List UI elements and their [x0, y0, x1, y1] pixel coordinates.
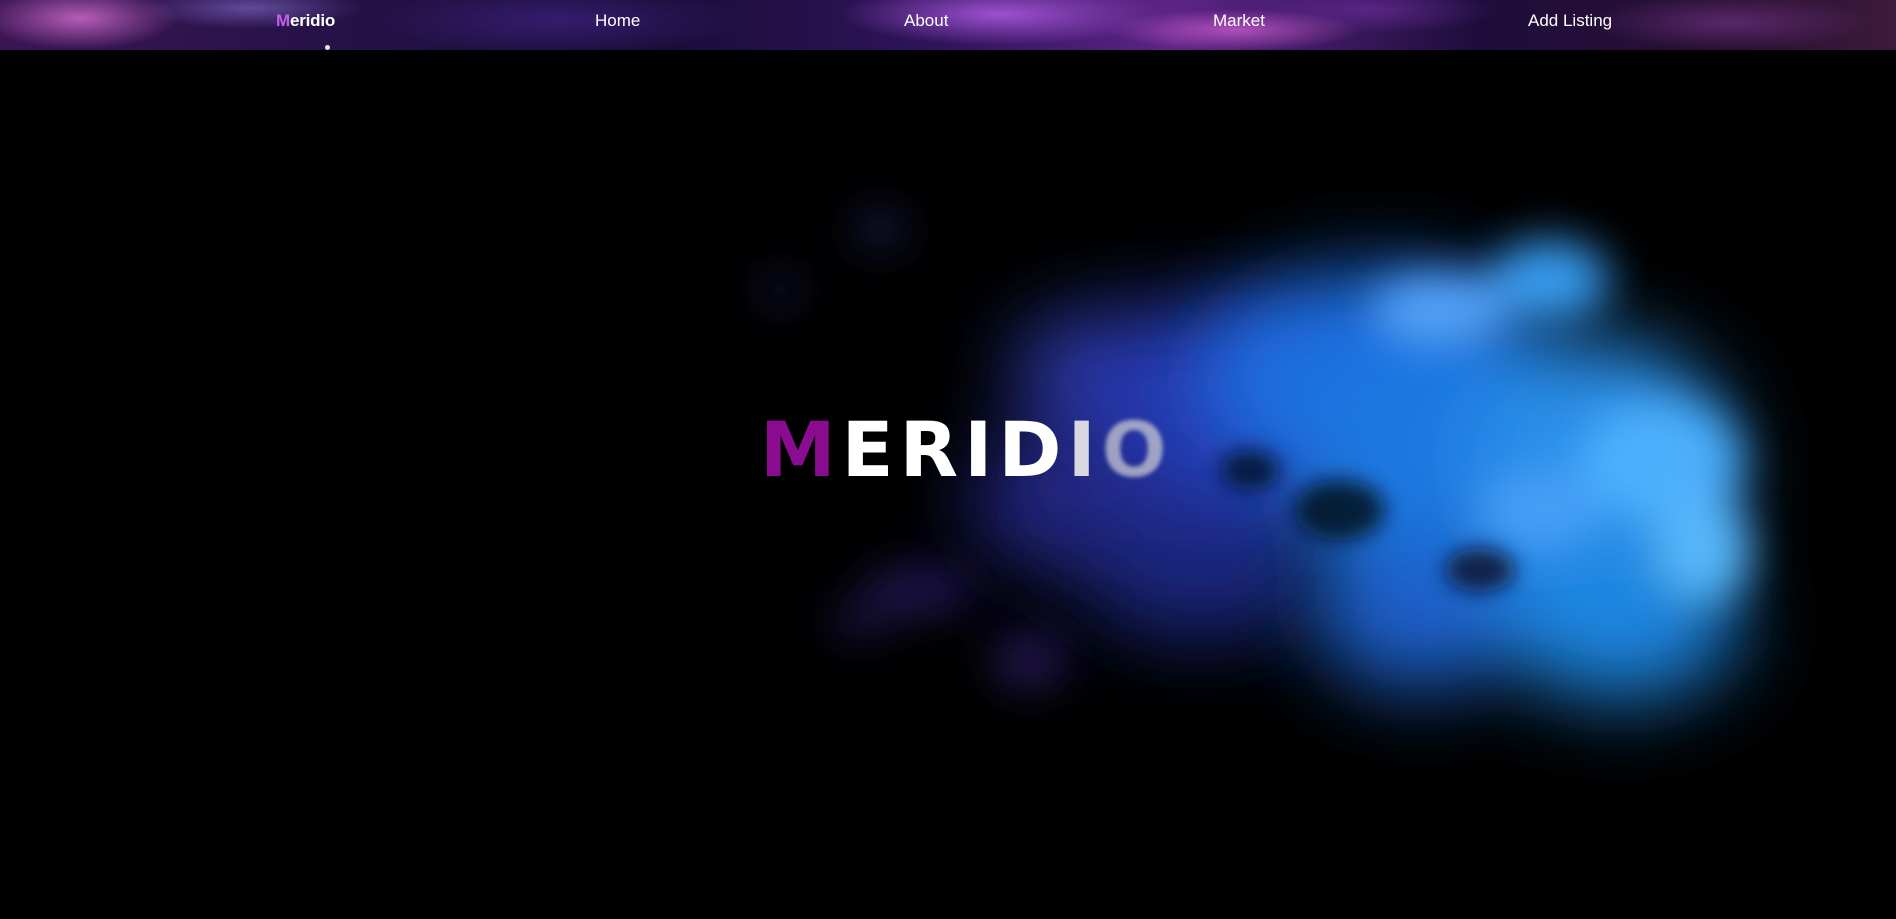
hero-title-letter: O [1101, 405, 1173, 494]
nav-links: Home About Market Add Listing [0, 0, 1896, 50]
hero-title-letter: I [1067, 405, 1102, 494]
nav-link-home[interactable]: Home [595, 11, 640, 31]
hero-title: MERIDIO [760, 412, 1172, 488]
nav-link-about[interactable]: About [904, 11, 948, 31]
nav-link-add-listing[interactable]: Add Listing [1528, 11, 1612, 31]
nav-link-market[interactable]: Market [1213, 11, 1265, 31]
top-navbar: Meridio Home About Market Add Listing [0, 0, 1896, 50]
hero-section: MERIDIO [0, 50, 1896, 919]
hero-title-letter: M [760, 405, 842, 494]
hero-title-letter: R [899, 405, 965, 494]
hero-title-letter: I [964, 405, 999, 494]
hero-title-letter: E [841, 405, 900, 494]
hero-title-letter: D [998, 405, 1068, 494]
